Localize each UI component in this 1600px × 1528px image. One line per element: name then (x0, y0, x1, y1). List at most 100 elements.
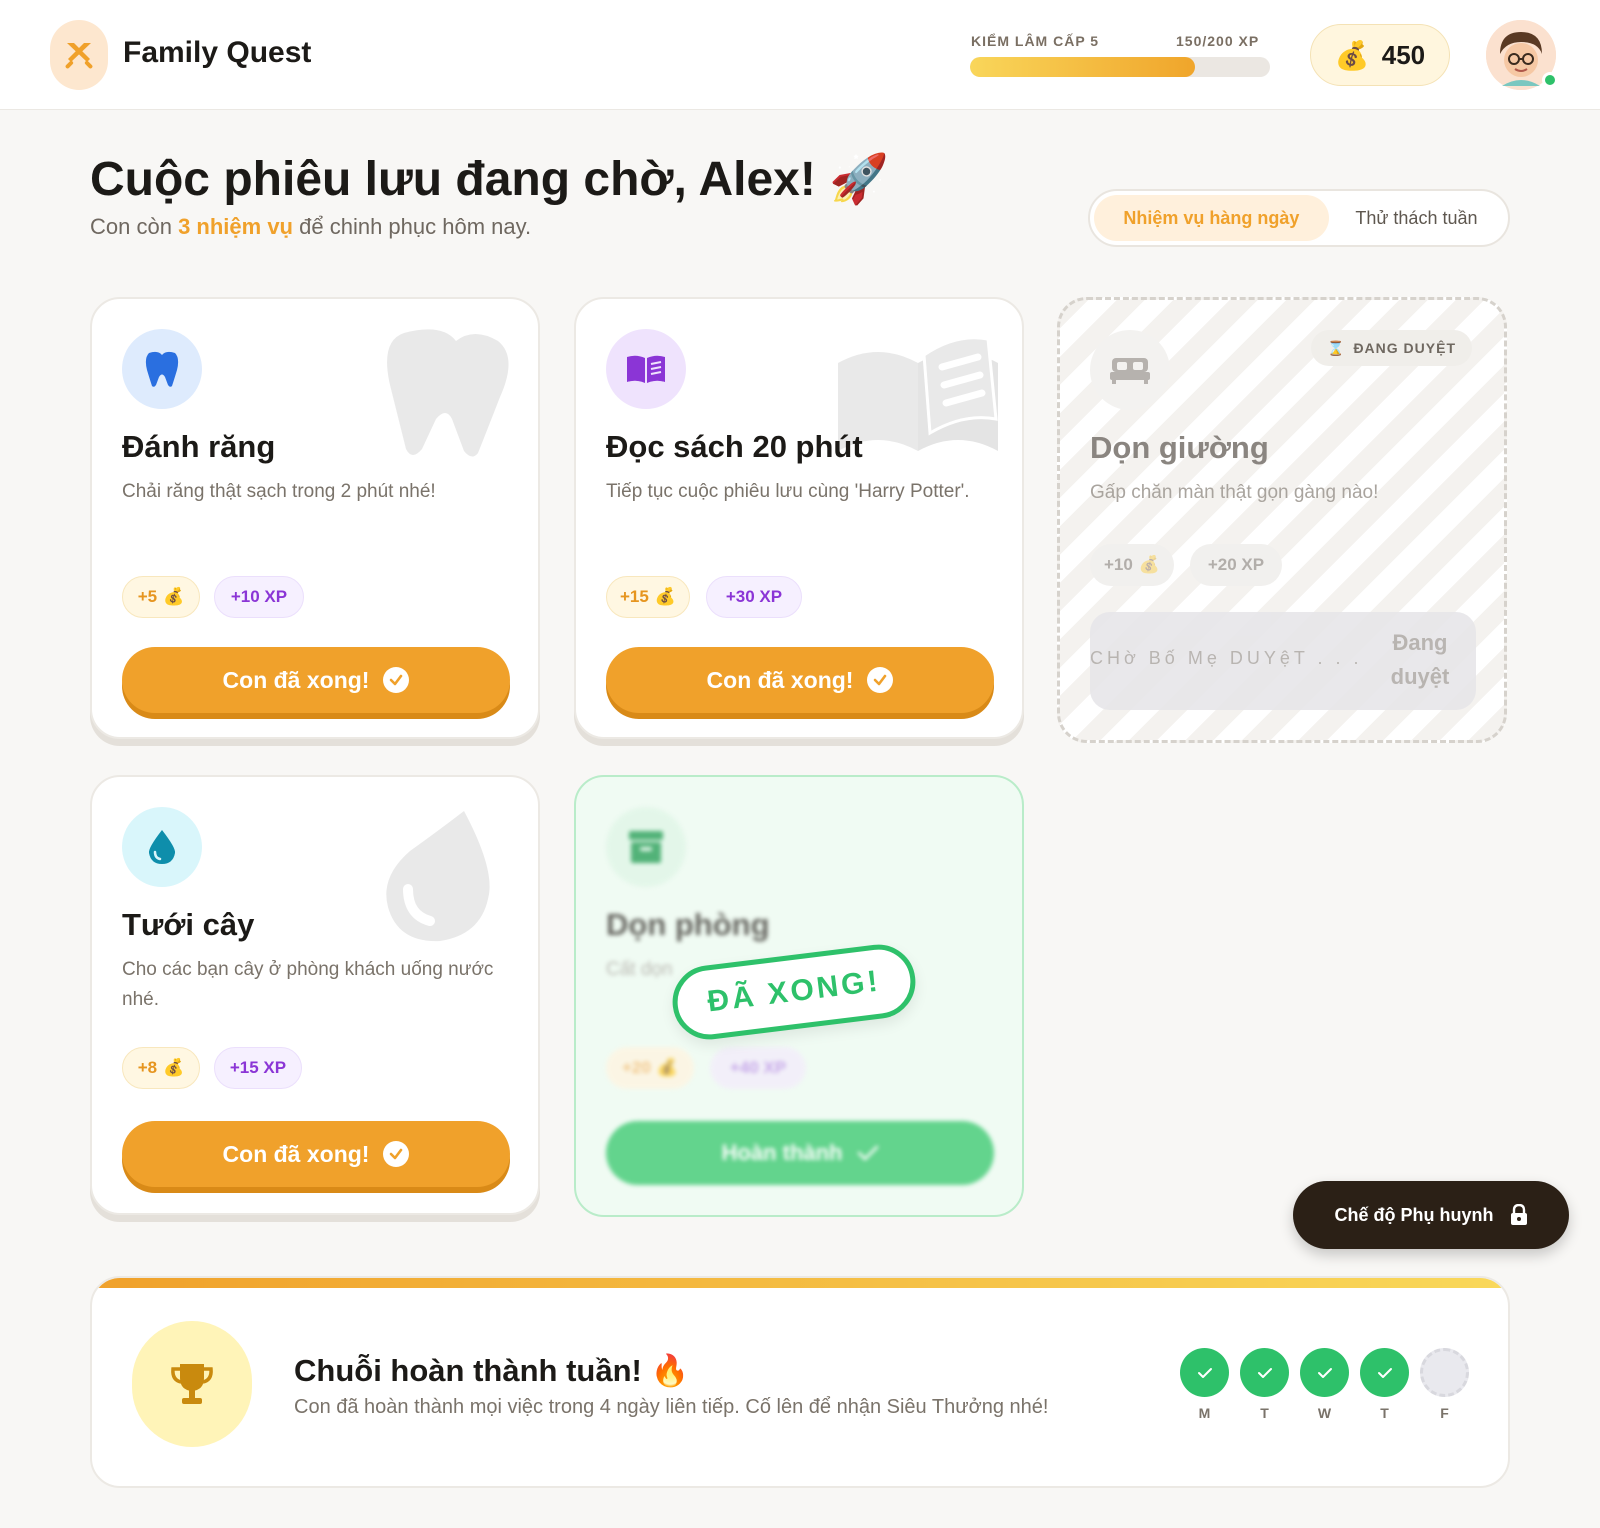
coin-balance[interactable]: 💰 450 (1310, 24, 1450, 86)
coin-reward-value: +10 (1103, 555, 1133, 574)
day-label: M (1198, 1405, 1211, 1421)
completed-label: Hoàn thành (721, 1140, 843, 1165)
streak-description: Con đã hoàn thành mọi việc trong 4 ngày … (294, 1396, 1049, 1418)
xp-reward-chip: +20 XP (1190, 544, 1282, 586)
task-tabs: Nhiệm vụ hàng ngày Thử thách tuần (1088, 189, 1510, 247)
pending-status-badge: ⌛ ĐANG DUYỆT (1311, 330, 1472, 366)
money-bag-icon: 💰 (1334, 39, 1370, 71)
tooth-icon-badge (122, 329, 202, 409)
task-description: Tiếp tục cuộc phiêu lưu cùng 'Harry Pott… (606, 481, 970, 502)
avatar[interactable] (1486, 20, 1558, 90)
archive-box-icon (629, 831, 663, 863)
book-icon-badge (606, 329, 686, 409)
money-bag-icon: 💰 (163, 1058, 185, 1077)
streak-title: Chuỗi hoàn thành tuần! 🔥 (294, 1353, 690, 1388)
page-subtitle: Con còn 3 nhiệm vụ để chinh phục hôm nay… (90, 214, 531, 240)
streak-day: M (1180, 1348, 1229, 1421)
coin-reward-value: +15 (619, 587, 649, 606)
water-drop-watermark-icon (386, 811, 490, 942)
check-circle-icon (383, 667, 410, 693)
task-card-read-book: Đọc sách 20 phút Tiếp tục cuộc phiêu lưu… (574, 297, 1024, 739)
day-complete-check-icon (1360, 1348, 1409, 1397)
coin-count: 450 (1381, 39, 1426, 70)
day-complete-check-icon (1180, 1348, 1229, 1397)
tab-weekly-challenges[interactable]: Thử thách tuần (1329, 195, 1504, 241)
bed-icon-badge (1090, 330, 1170, 410)
top-header: Family Quest KIỂM LÂM CẤP 5 150/200 XP 💰… (0, 0, 1600, 110)
parent-mode-label: Chế độ Phụ huynh (1334, 1204, 1494, 1225)
subtitle-suffix: để chinh phục hôm nay. (299, 214, 532, 239)
pending-badge-label: ĐANG DUYỆT (1353, 340, 1456, 356)
streak-days: MTWTF (1180, 1348, 1469, 1421)
level-label: KIỂM LÂM CẤP 5 (971, 33, 1100, 49)
awaiting-approval-box: CHờ Bố Mẹ DUYệT . . . Đang duyệt (1090, 612, 1476, 710)
streak-day: T (1360, 1348, 1409, 1421)
streak-accent-bar (92, 1278, 1508, 1288)
day-label: W (1317, 1405, 1332, 1421)
check-circle-icon (867, 667, 894, 693)
streak-day: W (1300, 1348, 1349, 1421)
trophy-icon (171, 1364, 213, 1404)
coin-reward-value: +8 (137, 1058, 158, 1077)
coin-reward-chip: +15 💰 (606, 576, 690, 618)
tooth-watermark-icon (387, 329, 509, 457)
app-title: Family Quest (123, 36, 312, 69)
xp-reward-chip: +30 XP (706, 576, 802, 618)
task-card-clean-room: Dọn phòng Cất dọn +20 💰 +40 XP Hoàn thành… (574, 775, 1024, 1217)
check-circle-icon (383, 1141, 410, 1167)
money-bag-icon: 💰 (654, 587, 676, 606)
tooth-icon (145, 351, 179, 387)
awaiting-approval-text: CHờ Bố Mẹ DUYệT . . . (1090, 648, 1363, 668)
bed-icon (1110, 358, 1150, 384)
subtitle-prefix: Con còn (90, 214, 172, 239)
water-drop-icon (148, 830, 176, 864)
xp-progress-bar (970, 57, 1270, 77)
completed-button[interactable]: Hoàn thành (606, 1121, 994, 1185)
approval-status-text: Đang duyệt (1390, 630, 1450, 689)
task-card-water-plants: Tưới cây Cho các bạn cây ở phòng khách u… (90, 775, 540, 1215)
streak-day: T (1240, 1348, 1289, 1421)
page-title: Cuộc phiêu lưu đang chờ, Alex! 🚀 (90, 153, 889, 206)
day-label: T (1380, 1405, 1389, 1421)
archive-box-icon-badge (606, 807, 686, 887)
xp-reward-chip: +40 XP (710, 1047, 806, 1089)
money-bag-icon: 💰 (163, 587, 185, 606)
xp-reward-chip: +10 XP (214, 576, 304, 618)
online-status-dot (1542, 72, 1558, 88)
day-label: F (1440, 1405, 1449, 1421)
mark-done-button[interactable]: Con đã xong! (606, 647, 994, 713)
task-title: Dọn phòng (606, 907, 770, 942)
weekly-streak-panel: Chuỗi hoàn thành tuần! 🔥 Con đã hoàn thà… (90, 1276, 1510, 1488)
water-drop-icon-badge (122, 807, 202, 887)
task-description: Cho các bạn cây ở phòng khách uống nước … (122, 959, 494, 1010)
money-bag-icon: 💰 (656, 1058, 678, 1077)
task-title: Tưới cây (122, 907, 255, 942)
tab-daily-tasks[interactable]: Nhiệm vụ hàng ngày (1094, 195, 1329, 241)
xp-progress-fill (970, 57, 1195, 77)
trophy-badge (132, 1321, 252, 1447)
parent-mode-button[interactable]: Chế độ Phụ huynh (1293, 1181, 1569, 1249)
hourglass-icon: ⌛ (1327, 339, 1346, 356)
xp-label: 150/200 XP (1176, 33, 1260, 49)
coin-reward-chip: +20 💰 (606, 1047, 694, 1089)
mark-done-label: Con đã xong! (706, 666, 854, 693)
coin-reward-chip: +10 💰 (1090, 544, 1174, 586)
xp-reward-chip: +15 XP (214, 1047, 302, 1089)
coin-reward-chip: +5 💰 (122, 576, 200, 618)
mark-done-button[interactable]: Con đã xong! (122, 1121, 510, 1187)
streak-day: F (1420, 1348, 1469, 1421)
lock-icon (1510, 1204, 1527, 1225)
mark-done-button[interactable]: Con đã xong! (122, 647, 510, 713)
task-title: Dọn giường (1090, 430, 1269, 465)
app-logo[interactable] (50, 20, 108, 90)
task-description: Chải răng thật sạch trong 2 phút nhé! (122, 481, 436, 502)
coin-reward-value: +20 (621, 1058, 651, 1077)
coin-reward-value: +5 (137, 587, 158, 606)
day-complete-check-icon (1240, 1348, 1289, 1397)
remaining-tasks-count: 3 nhiệm vụ (178, 214, 293, 239)
check-icon (857, 1145, 878, 1161)
coin-reward-chip: +8 💰 (122, 1047, 200, 1089)
crossed-swords-icon (65, 43, 93, 69)
money-bag-icon: 💰 (1138, 555, 1160, 574)
mark-done-label: Con đã xong! (222, 666, 370, 693)
